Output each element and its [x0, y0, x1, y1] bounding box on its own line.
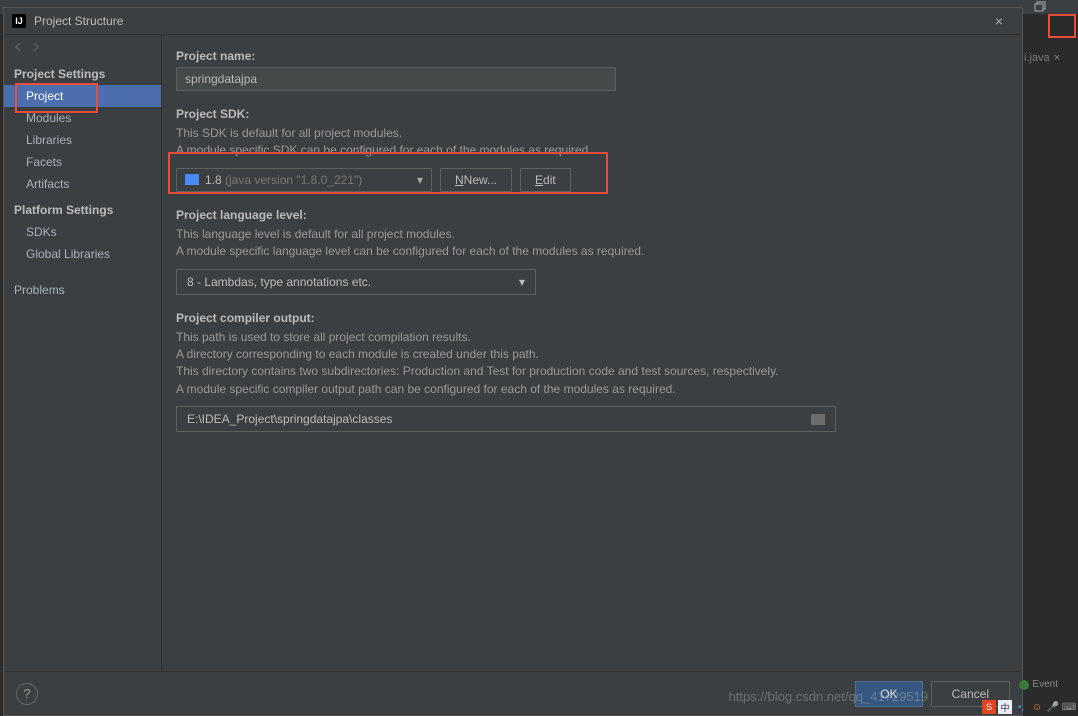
sidebar-item-project[interactable]: Project: [4, 85, 161, 107]
help-button[interactable]: ?: [16, 683, 38, 705]
language-level-desc1: This language level is default for all p…: [176, 226, 1008, 243]
compiler-output-desc3: This directory contains two subdirectori…: [176, 363, 1008, 380]
project-sdk-label: Project SDK:: [176, 107, 1008, 121]
nav-back-icon[interactable]: [12, 41, 24, 53]
compiler-output-value: E:\IDEA_Project\springdatajpa\classes: [187, 412, 392, 426]
sidebar-heading-platform-settings: Platform Settings: [4, 195, 161, 221]
sidebar-item-libraries[interactable]: Libraries: [4, 129, 161, 151]
dialog-titlebar: IJ Project Structure ×: [4, 8, 1022, 35]
language-level-dropdown[interactable]: 8 - Lambdas, type annotations etc. ▾: [176, 269, 536, 295]
ime-punct-icon[interactable]: •,: [1014, 700, 1028, 714]
ime-mic-icon[interactable]: 🎤: [1046, 700, 1060, 714]
ime-emoji-icon[interactable]: ☺: [1030, 700, 1044, 714]
compiler-output-desc1: This path is used to store all project c…: [176, 329, 1008, 346]
sidebar-item-facets[interactable]: Facets: [4, 151, 161, 173]
highlight-toolbar-icon: [1048, 14, 1076, 38]
editor-tab-name: i.java: [1024, 52, 1050, 64]
project-sdk-dropdown[interactable]: 1.8 (java version "1.8.0_221") ▾: [176, 168, 432, 192]
editor-tab[interactable]: i.java ×: [1024, 48, 1074, 68]
browse-folder-icon[interactable]: [811, 414, 825, 425]
ime-keyboard-icon[interactable]: ⌨: [1062, 700, 1076, 714]
ime-sogou-icon[interactable]: S: [982, 700, 996, 714]
folder-icon: [185, 174, 199, 185]
language-level-selected: 8 - Lambdas, type annotations etc.: [187, 275, 371, 289]
event-log-button[interactable]: Event: [1019, 679, 1058, 690]
nav-forward-icon[interactable]: [30, 41, 42, 53]
sidebar-heading-project-settings: Project Settings: [4, 59, 161, 85]
sdk-selected-name: 1.8: [205, 173, 222, 187]
edit-sdk-button[interactable]: Edit: [520, 168, 571, 192]
status-dot-icon: [1019, 680, 1029, 690]
compiler-output-desc4: A module specific compiler output path c…: [176, 381, 1008, 398]
sidebar-item-global-libraries[interactable]: Global Libraries: [4, 243, 161, 265]
project-sdk-desc2: A module specific SDK can be configured …: [176, 142, 1008, 159]
dialog-close-button[interactable]: ×: [984, 13, 1014, 29]
sidebar-item-problems[interactable]: Problems: [4, 279, 161, 301]
chevron-down-icon: ▾: [519, 275, 525, 289]
project-structure-dialog: IJ Project Structure × Project Settings …: [3, 7, 1023, 716]
sdk-selected-version: (java version "1.8.0_221"): [222, 173, 363, 187]
dialog-title: Project Structure: [34, 14, 984, 28]
compiler-output-input[interactable]: E:\IDEA_Project\springdatajpa\classes: [176, 406, 836, 432]
sidebar-item-modules[interactable]: Modules: [4, 107, 161, 129]
language-level-desc2: A module specific language level can be …: [176, 243, 1008, 260]
chevron-down-icon: ▾: [417, 173, 423, 187]
compiler-output-desc2: A directory corresponding to each module…: [176, 346, 1008, 363]
project-name-input[interactable]: [176, 67, 616, 91]
project-sdk-desc1: This SDK is default for all project modu…: [176, 125, 1008, 142]
intellij-icon: IJ: [12, 14, 26, 28]
sidebar-nav: [4, 35, 161, 59]
sidebar: Project Settings Project Modules Librari…: [4, 35, 162, 671]
event-label: Event: [1032, 679, 1058, 690]
new-sdk-button[interactable]: NNew...: [440, 168, 512, 192]
content-panel: Project name: Project SDK: This SDK is d…: [162, 35, 1022, 671]
sidebar-item-artifacts[interactable]: Artifacts: [4, 173, 161, 195]
sidebar-item-sdks[interactable]: SDKs: [4, 221, 161, 243]
language-level-label: Project language level:: [176, 208, 1008, 222]
project-name-label: Project name:: [176, 49, 1008, 63]
watermark: https://blog.csdn.net/qq_41729519: [729, 689, 929, 704]
compiler-output-label: Project compiler output:: [176, 311, 1008, 325]
restore-window-icon[interactable]: [1034, 0, 1048, 14]
ime-bar: S 中 •, ☺ 🎤 ⌨: [982, 700, 1076, 714]
ime-chinese-icon[interactable]: 中: [998, 700, 1012, 714]
close-icon[interactable]: ×: [1054, 52, 1060, 64]
